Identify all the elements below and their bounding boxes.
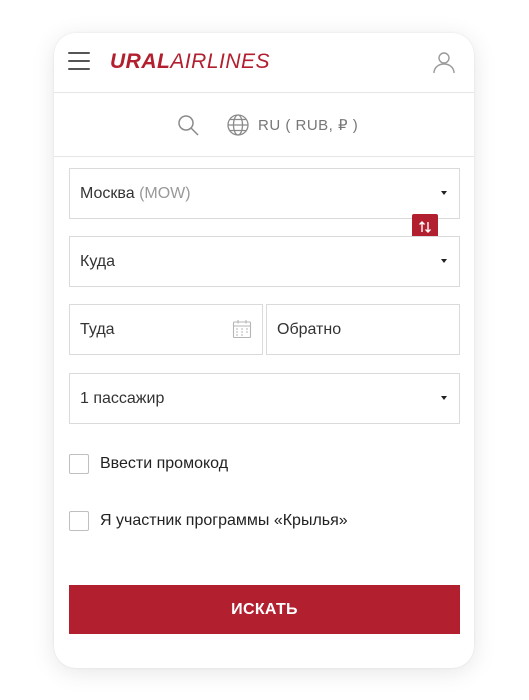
return-date-field[interactable]: Обратно [266, 304, 460, 355]
passengers-value: 1 пассажир [80, 390, 165, 407]
brand-logo[interactable]: URALAIRLINES [110, 50, 270, 74]
logo-bold-text: URAL [110, 50, 171, 73]
chevron-down-icon [441, 191, 447, 195]
locale-selector[interactable]: RU ( RUB, ₽ ) [258, 116, 358, 134]
promo-checkbox-row[interactable]: Ввести промокод [69, 453, 228, 475]
wings-label: Я участник программы «Крылья» [100, 512, 348, 529]
chevron-down-icon [441, 259, 447, 263]
wings-checkbox[interactable] [69, 511, 89, 531]
destination-select[interactable]: Куда [69, 236, 460, 287]
depart-date-field[interactable]: Туда [69, 304, 263, 355]
utility-bar: RU ( RUB, ₽ ) [54, 93, 474, 157]
calendar-icon[interactable] [232, 319, 252, 339]
origin-value: Москва (MOW) [80, 185, 191, 203]
promo-label: Ввести промокод [100, 455, 229, 472]
return-placeholder: Обратно [277, 321, 342, 338]
mobile-frame: URALAIRLINES RU ( RUB, ₽ ) Москва (MOW) [54, 33, 474, 668]
logo-thin-text: AIRLINES [170, 50, 271, 73]
origin-code: (MOW) [139, 185, 191, 202]
chevron-down-icon [441, 396, 447, 400]
wings-checkbox-row[interactable]: Я участник программы «Крылья» [69, 510, 348, 532]
user-icon[interactable] [432, 50, 456, 74]
promo-checkbox[interactable] [69, 454, 89, 474]
menu-icon[interactable] [68, 52, 90, 70]
origin-select[interactable]: Москва (MOW) [69, 168, 460, 219]
origin-city: Москва [80, 185, 135, 202]
swap-arrows-icon [419, 221, 431, 233]
search-icon[interactable] [176, 113, 200, 137]
globe-icon [227, 114, 249, 136]
app-header: URALAIRLINES [54, 33, 474, 93]
destination-placeholder: Куда [80, 253, 116, 270]
depart-placeholder: Туда [80, 321, 115, 338]
passengers-select[interactable]: 1 пассажир [69, 373, 460, 424]
search-button[interactable]: ИСКАТЬ [69, 585, 460, 634]
